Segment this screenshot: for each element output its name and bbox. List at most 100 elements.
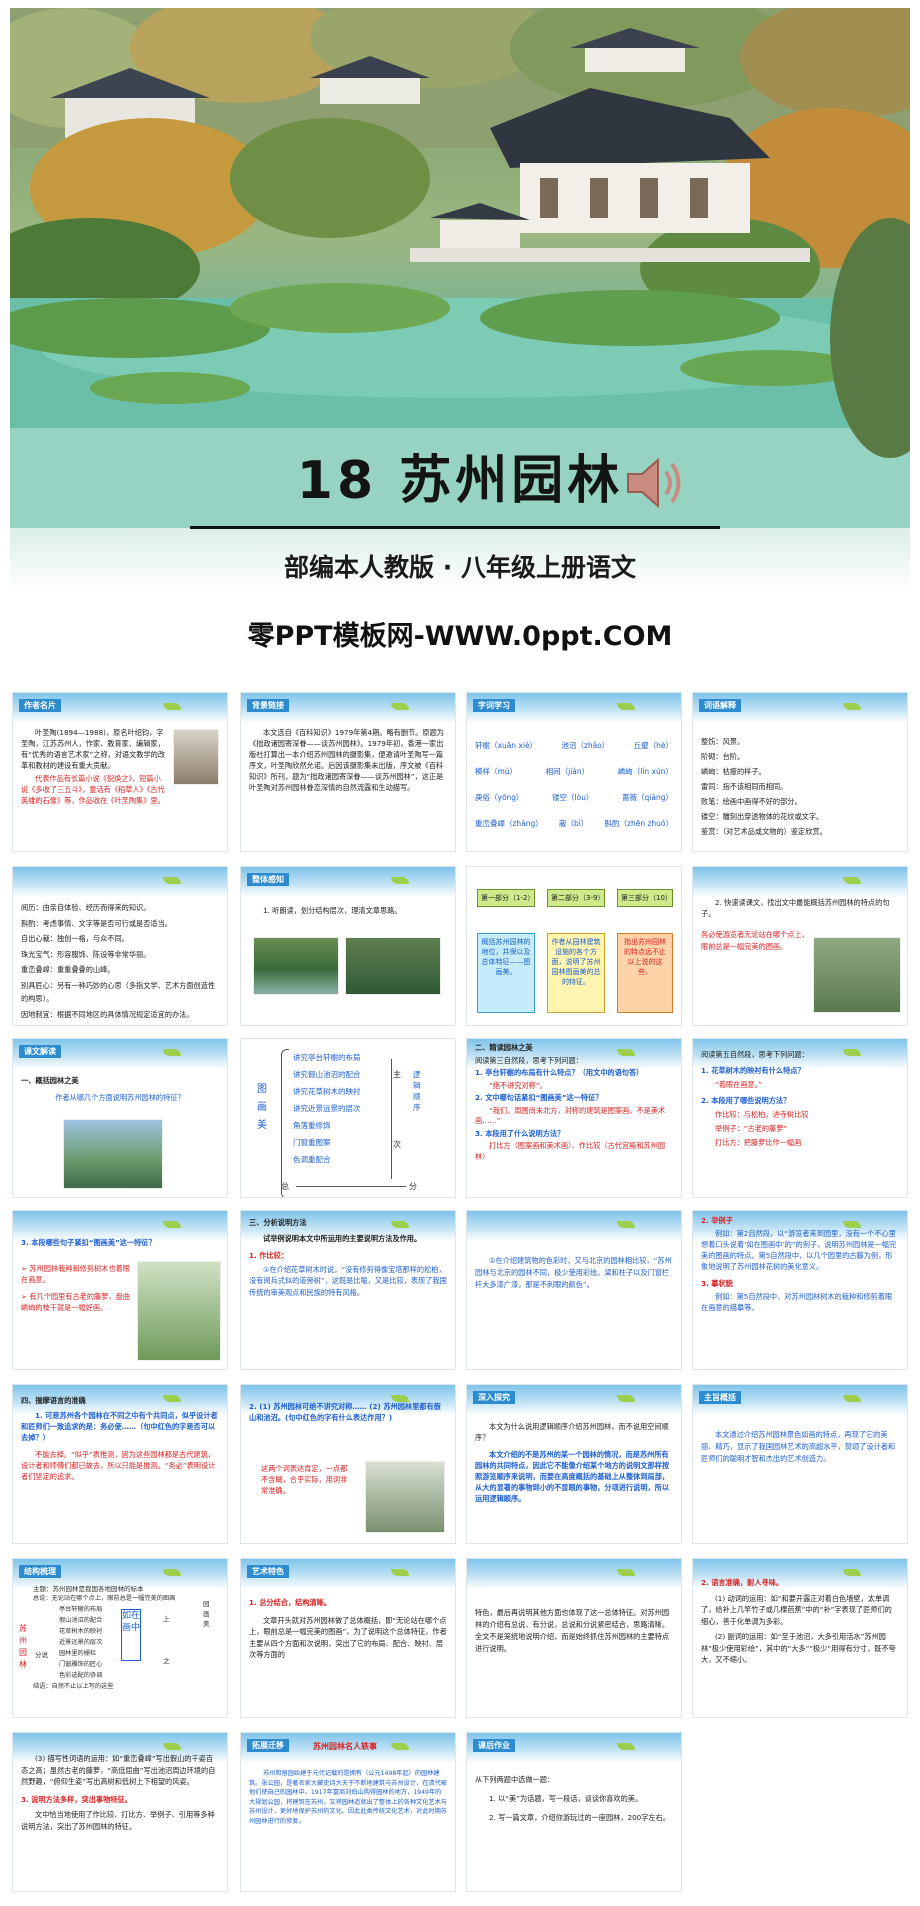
- slide-header-band: [13, 867, 227, 897]
- slide-overall-perception[interactable]: 整体感知 1. 听朗读，划分结构层次，理清文章思路。: [240, 866, 456, 1026]
- answer-1: “绝不讲究对称”。: [489, 1080, 547, 1090]
- slide-comparison-example[interactable]: ②在介绍建筑物的色彩时，又与北京的园林相比较，“苏州园林与北京的园林不同，极少使…: [466, 1210, 682, 1370]
- pagoda-photo: [63, 1119, 163, 1189]
- background-text: 本文选自《百科知识》1979年第4期。略有删节。原题为《拙政诸园寄深眷——谈苏州…: [249, 728, 444, 792]
- slide-background[interactable]: 背景链接 本文选自《百科知识》1979年第4期。略有删节。原题为《拙政诸园寄深眷…: [240, 692, 456, 852]
- vocab-row: 重峦叠嶂（zhàng） 蔽（bì） 斟酌（zhēn zhuó）: [475, 811, 673, 837]
- slide-paragraph-five[interactable]: 阅读第五自然段，思考下列问题： 1. 花草树木的映衬有什么特点？ “着眼在画意。…: [692, 1038, 908, 1198]
- answer-2-item: 举例子：“古老的藤萝”: [715, 1124, 788, 1133]
- slide-tag: 作者名片: [19, 699, 61, 712]
- slide-deep-inquiry[interactable]: 深入探究 本文为什么说用逻辑顺序介绍苏州园林，而不说用空间顺序？ 本文介绍的不是…: [466, 1384, 682, 1544]
- in-painting-label: 如在画中: [121, 1609, 141, 1661]
- bullet-item: ➢ 苏州园林栽种和修剪树木也着眼在画意。: [21, 1264, 130, 1284]
- slide-tag: 课文解读: [19, 1045, 61, 1058]
- question-text: 2. 快速读课文，找出文中最能概括苏州园林的特点的句子。: [701, 898, 890, 918]
- cover-divider: [190, 526, 720, 529]
- vocab-row: 模样（mú） 相间（jiàn） 嶙峋（lín xún）: [475, 759, 673, 785]
- outline-item: 亭台轩榭的布局: [59, 1606, 103, 1613]
- slide-language-accuracy[interactable]: 四、揣摩语言的准确 1. 可是苏州各个园林在不同之中有个共同点，似乎设计者和匠师…: [12, 1384, 228, 1544]
- section-heading: 一、概括园林之美: [21, 1076, 79, 1085]
- answer-2-item: 打比方：把藤萝比作一幅画: [715, 1138, 802, 1147]
- main-idea-text: 本文通过介绍苏州园林景色如画的特点，再现了它的美丽、精巧，显示了我国园林艺术的高…: [701, 1430, 896, 1463]
- speaker-icon[interactable]: [622, 448, 692, 518]
- slide-structure-outline[interactable]: 结构梳理 主题：苏州园林是我国各地园林的标本 苏州园林 总说：无论站在哪个点上，…: [12, 1558, 228, 1718]
- slide-word-function[interactable]: 2. (1) 苏州园林可绝不讲究对称…… (2) 苏州园林里都有假山和池沼。(句…: [240, 1384, 456, 1544]
- suzhou-garden-label: 苏州园林: [19, 1624, 27, 1669]
- lead-text: 阅读第三自然段，思考下列问题：: [475, 1055, 583, 1065]
- slide-word-explanations[interactable]: 词语解释 整饬：风景。 阶砌：台阶。 嶙峋：枯瘦的样子。 雷同：指不该相同而相同…: [692, 692, 908, 852]
- slide-vocabulary[interactable]: 字词学习 轩榭（xuān xiè） 池沼（zhǎo） 丘壑（hè） 模样（mú）…: [466, 692, 682, 852]
- slide-art-features-cont[interactable]: 特色，最后再说明其他方面也体现了这一总体特征。对苏州园林的介绍有总说、有分说，总…: [466, 1558, 682, 1718]
- slide-structure-parts[interactable]: 第一部分（1-2） 第二部分（3-9） 第三部分（10） 概括苏州园林的地位，并…: [466, 866, 682, 1026]
- slide-word-explanations-2[interactable]: 阅历：由亲自体验、经历而得来的知识。 斟酌：考虑事情、文字等是否可行或是否适当。…: [12, 866, 228, 1026]
- feature-text: 特色，最后再说明其他方面也体现了这一总体特征。对苏州园林的介绍有总说、有分说，总…: [475, 1608, 670, 1653]
- explanation-item: 斟酌：考虑事情、文字等是否可行或是否适当。: [21, 918, 172, 928]
- slide-extension[interactable]: 拓展迁移 苏州园林名人轶事 苏州和留园始建于元代记载的是拥有（公元1498年起）…: [240, 1732, 456, 1892]
- outline-item: 近景远景的层次: [59, 1639, 103, 1646]
- part-3-title: 第三部分（10）: [617, 889, 673, 907]
- feature-text: (1) 动词的运用：如“和要开露正对着白色墙壁，太单调了，给补上几竿竹子或几棵芭…: [701, 1593, 892, 1626]
- bullet-text: 有几个园里有古老的藤萝，盘曲嶙峋的枝干就是一幅好画。: [21, 1292, 130, 1312]
- outline-item: 总说：无论站在哪个点上，眼前总是一幅完美的图画: [33, 1595, 176, 1602]
- answer-text: 本文介绍的不是苏州的某一个园林的情况，而是苏州所有园林的共同特点，因此它不能像介…: [475, 1450, 670, 1503]
- slide-tag: 背景链接: [247, 699, 289, 712]
- explanation-item: 自出心裁：独创一格，与众不同。: [21, 934, 129, 943]
- lead-text: 试举例说明本文中所运用的主要说明方法及作用。: [263, 1233, 422, 1243]
- answer-text: 务必使游览者无论站在哪个点上，眼前总是一幅完美的图画。: [701, 930, 809, 951]
- vocab-word: 相间（jiàn）: [545, 767, 590, 776]
- homework-item: 2. 写一篇文章，介绍你游玩过的一座园林，200字左右。: [489, 1813, 670, 1822]
- part-1-title: 第一部分（1-2）: [477, 889, 535, 907]
- slide-close-reading[interactable]: 二、精读园林之美 阅读第三自然段，思考下列问题： 1. 亭台轩榭的布局有什么特点…: [466, 1038, 682, 1198]
- part-2-title: 第二部分（3-9）: [547, 889, 605, 907]
- explanation-item: 败笔：绘画中画得不好的部分。: [701, 797, 802, 806]
- diagram-item: 讲究近景远景的层次: [293, 1104, 361, 1113]
- explanation-item: 嶙峋：枯瘦的样子。: [701, 767, 766, 776]
- slide-descriptive-words[interactable]: (3) 描写性词语的运用：如“重峦叠嶂”写出假山的千姿百态之高；虽然古老的藤萝，…: [12, 1732, 228, 1892]
- vocab-word: 丘壑（hè）: [633, 741, 673, 750]
- slide-picture-beauty-diagram[interactable]: 图画美 讲究亭台轩榭的布局 讲究假山池沼的配合 讲究花草树木的映衬 讲究近景远景…: [240, 1038, 456, 1198]
- outline-item: 门窗雕饰的匠心: [59, 1661, 103, 1668]
- slide-key-sentence[interactable]: 2. 快速读课文，找出文中最能概括苏州园林的特点的句子。 务必使游览者无论站在哪…: [692, 866, 908, 1026]
- part-3-summary: 指出苏州园林的特点远不止以上说的这些。: [617, 933, 673, 1013]
- explanation-item: 雷同：指不该相同而相同。: [701, 782, 788, 791]
- vocab-word: 蔷薇（qiáng）: [622, 793, 673, 802]
- slide-art-features[interactable]: 艺术特色 1. 总分结合，结构清晰。 文章开头就对苏州园林做了总体概括，即“无论…: [240, 1558, 456, 1718]
- theme-line: 主题：苏州园林是我国各地园林的标本: [33, 1585, 144, 1593]
- slide-tag: 艺术特色: [247, 1565, 289, 1578]
- garden-photo: [253, 937, 339, 995]
- feature-text: (2) 副词的运用：如“至于池沼，大多引用活水”苏州园林“极少使用彩绘”，其中的…: [701, 1632, 896, 1664]
- question-3: 3. 本段用了什么说明方法？: [475, 1128, 565, 1138]
- answer-text: 不能去掉。“似乎”表推测，因为这些园林都是古代建筑，设计者和师傅们都已故去，所以…: [21, 1450, 216, 1481]
- question-2: 2. 本段用了哪些说明方法？: [701, 1096, 791, 1105]
- slide-language-features[interactable]: 2. 语言准确，耐人寻味。 (1) 动词的运用：如“和要开露正对着白色墙壁，太单…: [692, 1558, 908, 1718]
- rockery-photo: [365, 1461, 445, 1533]
- cover-site-url[interactable]: 零PPT模板网-WWW.0ppt.COM: [10, 614, 910, 653]
- slide-text-interpretation[interactable]: 课文解读 一、概括园林之美 作者从哪几个方面说明苏州园林的特征？: [12, 1038, 228, 1198]
- diagram-item: 讲究假山池沼的配合: [293, 1070, 361, 1079]
- vocab-word: 嶙峋（lín xún）: [617, 767, 673, 776]
- slide-tag: 拓展迁移: [247, 1739, 289, 1752]
- question-text: 作者从哪几个方面说明苏州园林的特征？: [55, 1093, 185, 1102]
- vocab-word: 模样（mú）: [475, 767, 518, 776]
- part-1-summary: 概括苏州园林的地位，并保以及总体特征——图画美。: [477, 933, 535, 1013]
- slide-explanation-methods[interactable]: 三、分析说明方法 试举例说明本文中所运用的主要说明方法及作用。 1. 作比较： …: [240, 1210, 456, 1370]
- slide-header-band: [693, 867, 907, 897]
- author-intro: 叶圣陶(1894—1988)，原名叶绍钧，字圣陶，江苏苏州人，作家、教育家、编辑…: [21, 728, 166, 770]
- logic-order-label: 逻辑顺序: [413, 1070, 421, 1112]
- cover-title: 18 苏州园林: [296, 451, 624, 511]
- slide-homework[interactable]: 课后作业 从下列两题中选做一题： 1. 以“美”为话题，写一段话，谈谈你喜欢的美…: [466, 1732, 682, 1892]
- slide-example-methods[interactable]: 2. 举例子 例如：第2自然段，以“游览者来到园里，没有一个不心里想着口头说着‘…: [692, 1210, 908, 1370]
- slide-main-idea[interactable]: 主旨概括 本文通过介绍苏州园林景色如画的特点，再现了它的美丽、精巧，显示了我国园…: [692, 1384, 908, 1544]
- lead-text: 从下列两题中选做一题：: [475, 1775, 555, 1784]
- feature-title: 3. 说明方法多样，突出事物特征。: [21, 1794, 132, 1804]
- diagram-item: 讲究花草树木的映衬: [293, 1087, 361, 1096]
- question-text: 3. 本段哪些句子紧扣“图画美”这一特征？: [21, 1238, 156, 1247]
- answer-3: 打比方（图案画和美术画）、作比较（古代宫殿和苏州园林）: [475, 1141, 666, 1161]
- explanation-item: 鉴赏：（对艺术品或文物的）鉴定欣赏。: [701, 827, 827, 836]
- question-text: 1. 可是苏州各个园林在不同之中有个共同点，似乎设计者和匠师们一致追求的是：务必…: [21, 1411, 218, 1442]
- slide-picture-sentences[interactable]: 3. 本段哪些句子紧扣“图画美”这一特征？ ➢ 苏州园林栽种和修剪树木也着眼在画…: [12, 1210, 228, 1370]
- outline-item: 花草树木的映衬: [59, 1628, 103, 1635]
- slide-tag: 结构梳理: [19, 1565, 61, 1578]
- slide-author-card[interactable]: 作者名片 叶圣陶(1894—1988)，原名叶绍钧，字圣陶，江苏苏州人，作家、教…: [12, 692, 228, 852]
- method-title: 3. 摹状貌: [701, 1279, 733, 1288]
